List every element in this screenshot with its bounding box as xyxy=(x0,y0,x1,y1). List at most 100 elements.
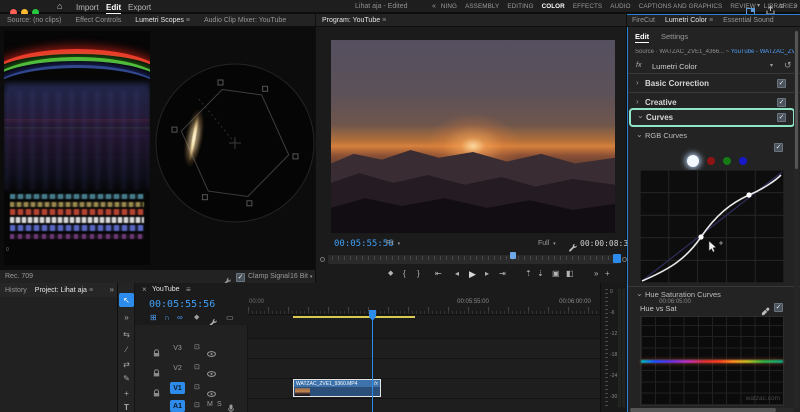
green-channel-button[interactable] xyxy=(723,157,731,165)
track-v1-label[interactable]: V1 xyxy=(170,382,185,394)
go-to-out-button[interactable]: ⇥ xyxy=(499,269,506,278)
program-scrubber[interactable] xyxy=(328,255,618,264)
workspace-color[interactable]: COLOR xyxy=(538,3,569,10)
eye-icon[interactable] xyxy=(207,364,216,382)
track-select-forward-tool[interactable]: » xyxy=(119,310,134,324)
curves-checkbox[interactable]: ✓ xyxy=(777,113,786,122)
clamp-signal-checkbox[interactable]: ✓ xyxy=(236,273,245,282)
hue-vs-sat-editor[interactable]: watzac.com xyxy=(640,316,784,406)
basic-correction-checkbox[interactable]: ✓ xyxy=(777,79,786,88)
menu-import[interactable]: Import xyxy=(76,3,99,12)
effect-dropdown-chevron-icon[interactable]: ▾ xyxy=(770,63,773,69)
workspace-overflow-icon[interactable]: « xyxy=(432,3,436,10)
zoom-handle-left[interactable] xyxy=(320,257,325,262)
lift-button[interactable]: ⇡ xyxy=(525,269,532,278)
linked-selection-icon[interactable]: ∞ xyxy=(177,314,183,322)
extract-button[interactable]: ⇣ xyxy=(537,269,544,278)
button-editor-button[interactable]: + xyxy=(605,269,610,278)
workspace-assembly[interactable]: ASSEMBLY xyxy=(461,3,503,10)
program-video-frame[interactable] xyxy=(331,40,615,233)
tab-program-monitor[interactable]: Program: YouTube≡ xyxy=(316,17,393,24)
track-a1-label[interactable]: A1 xyxy=(170,400,185,412)
expanded-arrow-icon[interactable]: ⌄ xyxy=(636,290,643,298)
go-to-in-button[interactable]: ⇤ xyxy=(435,269,442,278)
lock-icon[interactable] xyxy=(153,344,160,362)
timeline-timecode[interactable]: 00:05:55:56 xyxy=(149,299,215,310)
swap-icon[interactable]: ~ xyxy=(726,49,730,55)
stacked-panels-icon[interactable]: ≡ xyxy=(779,2,784,11)
workspace-captions[interactable]: CAPTIONS AND GRAPHICS xyxy=(635,3,727,10)
lumetri-edit-tab[interactable]: Edit xyxy=(635,32,649,43)
target-sequence-label[interactable]: YouTube - WATZAC_ZVE1_4... xyxy=(731,49,795,55)
expanded-arrow-icon[interactable]: ⌄ xyxy=(636,131,643,139)
track-v2-label[interactable]: V2 xyxy=(170,362,185,374)
workspace-effects[interactable]: EFFECTS xyxy=(569,3,606,10)
work-area-bar[interactable] xyxy=(293,316,415,318)
type-tool[interactable]: T xyxy=(119,400,134,412)
tab-history[interactable]: History xyxy=(0,287,32,294)
ripple-edit-tool[interactable]: ⇆ xyxy=(119,327,134,341)
export-frame-button[interactable]: ▣ xyxy=(552,269,560,278)
panel-menu-icon[interactable]: ≡ xyxy=(709,17,713,24)
section-basic-correction[interactable]: › Basic Correction ✓ xyxy=(628,74,800,93)
step-back-button[interactable]: ◂ xyxy=(455,269,459,278)
home-icon[interactable]: ⌂ xyxy=(57,2,62,11)
panel-menu-icon[interactable]: ≡ xyxy=(186,286,191,294)
panel-menu-icon[interactable]: ≡ xyxy=(89,287,93,294)
program-timecode[interactable]: 00:05:55:56 xyxy=(334,239,394,249)
lock-icon[interactable] xyxy=(153,384,160,402)
playback-resolution-dropdown[interactable]: Full ▾ xyxy=(538,240,556,247)
sync-lock-icon[interactable]: ⊡ xyxy=(194,401,200,409)
waveform-scope[interactable]: 0 xyxy=(4,31,150,265)
rgb-curves-checkbox[interactable]: ✓ xyxy=(774,143,783,152)
panel-menu-icon[interactable]: ≡ xyxy=(186,17,190,24)
slip-tool[interactable]: ⇄ xyxy=(119,357,134,371)
tab-essential-sound[interactable]: Essential Sound xyxy=(718,17,779,24)
tab-lumetri-color[interactable]: Lumetri Color≡ xyxy=(660,17,718,24)
workspace-editing[interactable]: EDITING xyxy=(503,3,537,10)
close-tab-icon[interactable]: × xyxy=(142,286,147,294)
comparison-view-button[interactable]: ◧ xyxy=(566,269,574,278)
sync-lock-icon[interactable]: ⊡ xyxy=(194,383,200,391)
play-button[interactable]: ▶ xyxy=(469,269,476,280)
tab-source-monitor[interactable]: Source: (no clips) xyxy=(0,17,68,24)
hue-vs-sat-checkbox[interactable]: ✓ xyxy=(774,303,783,312)
snap-icon[interactable]: ∩ xyxy=(164,314,170,322)
mark-out-button[interactable]: } xyxy=(417,269,420,278)
eye-icon[interactable] xyxy=(207,344,216,362)
playhead-line[interactable] xyxy=(372,319,373,412)
scrubber-playhead[interactable] xyxy=(613,254,621,263)
transport-more-button[interactable]: » xyxy=(594,269,598,278)
nest-toggle-icon[interactable]: ⊞ xyxy=(150,314,157,322)
hand-tool[interactable]: + xyxy=(119,386,134,400)
blue-channel-button[interactable] xyxy=(739,157,747,165)
tab-audio-clip-mixer[interactable]: Audio Clip Mixer: YouTube xyxy=(197,17,293,24)
tab-project[interactable]: Project: Lihat aja≡ xyxy=(32,287,96,294)
timeline-ruler[interactable]: 00:00 00:05:55:00 00:06:00:00 00:06:05:0… xyxy=(248,298,600,315)
workspace-learning[interactable]: NING xyxy=(437,3,461,10)
tab-firecut[interactable]: FireCut xyxy=(627,17,660,24)
settings-box-icon[interactable]: ▭ xyxy=(226,314,234,322)
section-curves[interactable]: ⌄ Curves ✓ xyxy=(629,108,795,127)
track-v3-label[interactable]: V3 xyxy=(170,342,185,354)
lock-icon[interactable] xyxy=(153,364,160,382)
master-channel-button[interactable] xyxy=(687,155,699,167)
panel-menu-icon[interactable]: ≡ xyxy=(382,17,386,24)
effect-reset-icon[interactable]: ↺ xyxy=(784,61,792,70)
add-marker-icon[interactable]: ◆ xyxy=(194,314,199,321)
workspace-audio[interactable]: AUDIO xyxy=(606,3,634,10)
mic-icon[interactable] xyxy=(228,400,234,412)
razor-tool[interactable]: ∕ xyxy=(119,342,134,356)
lumetri-settings-tab[interactable]: Settings xyxy=(661,32,688,41)
tab-sequence-youtube[interactable]: YouTube xyxy=(152,286,180,293)
eye-icon[interactable] xyxy=(207,384,216,402)
sync-lock-icon[interactable]: ⊡ xyxy=(194,363,200,371)
hue-spectrum-line[interactable] xyxy=(641,360,783,363)
tab-effect-controls[interactable]: Effect Controls xyxy=(68,17,128,24)
add-marker-button[interactable]: ◆ xyxy=(388,269,393,277)
mute-button[interactable]: M xyxy=(207,401,213,408)
tab-lumetri-scopes[interactable]: Lumetri Scopes≡ xyxy=(128,17,197,24)
mark-in-button[interactable]: { xyxy=(403,269,406,278)
tab-overflow-icon[interactable]: » xyxy=(110,286,114,294)
creative-checkbox[interactable]: ✓ xyxy=(777,98,786,107)
